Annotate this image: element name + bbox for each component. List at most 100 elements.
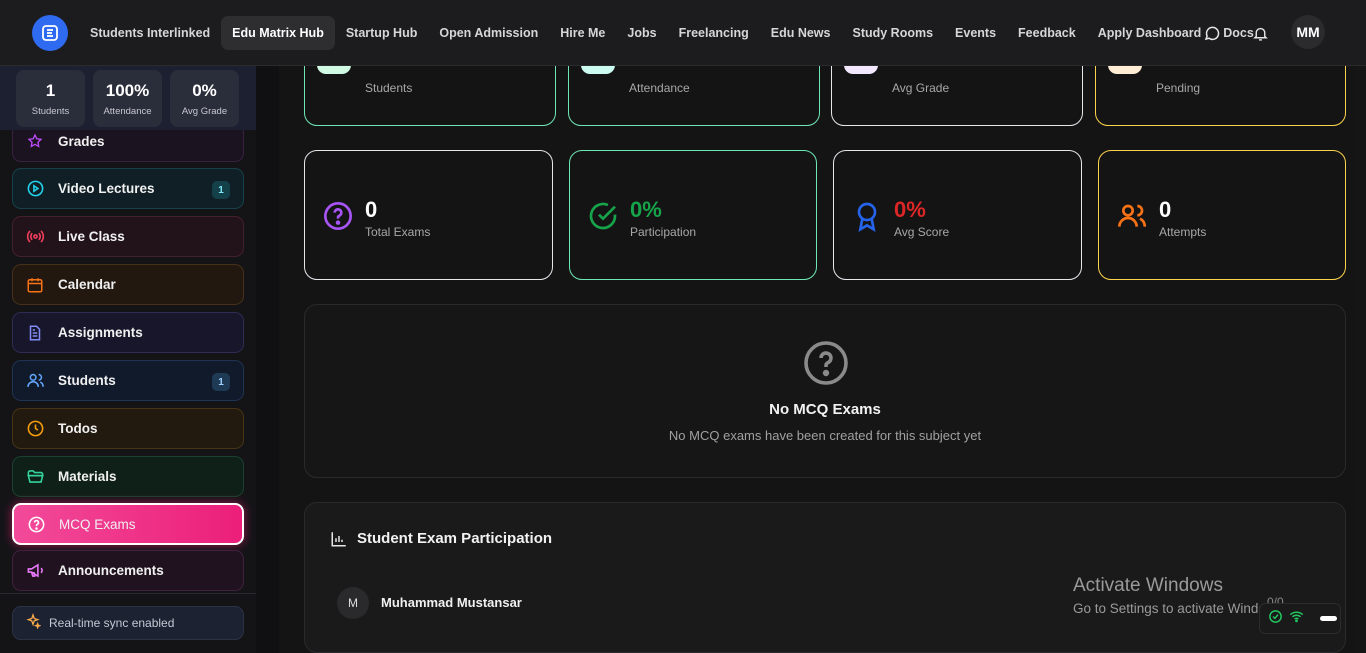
star-icon xyxy=(25,131,45,151)
count-badge: 1 xyxy=(212,373,230,391)
stat-card-pending: Pending xyxy=(1095,66,1346,126)
nav-link-study-rooms[interactable]: Study Rooms xyxy=(841,16,944,50)
scrollbar[interactable] xyxy=(1356,66,1366,653)
nav-link-feedback[interactable]: Feedback xyxy=(1007,16,1087,50)
nav-link-freelancing[interactable]: Freelancing xyxy=(668,16,760,50)
stat-value: 0% xyxy=(192,80,217,100)
empty-state-subtitle: No MCQ exams have been created for this … xyxy=(668,428,982,443)
exam-card-total-exams: 0 Total Exams xyxy=(304,150,553,280)
app-root: Students Interlinked Edu Matrix Hub Star… xyxy=(0,0,1366,653)
play-circle-icon xyxy=(25,179,45,199)
nav-link-startup-hub[interactable]: Startup Hub xyxy=(335,16,429,50)
sidebar-item-label: Calendar xyxy=(58,277,116,292)
stat-card-students: Students xyxy=(304,66,556,126)
count-badge: 1 xyxy=(212,181,230,199)
sidebar-item-label: Todos xyxy=(58,421,98,436)
nav-link-jobs[interactable]: Jobs xyxy=(616,16,667,50)
document-icon xyxy=(25,323,45,343)
activate-windows-watermark: Activate Windows Go to Settings to activ… xyxy=(1073,575,1286,616)
sidebar-item-label: Assignments xyxy=(58,325,143,340)
calendar-icon xyxy=(25,275,45,295)
stat-label: Avg Grade xyxy=(181,105,228,117)
card-value: 0% xyxy=(894,197,926,222)
nav-link-edu-news[interactable]: Edu News xyxy=(760,16,842,50)
document-icon xyxy=(1108,66,1142,74)
system-tray[interactable] xyxy=(1259,603,1341,634)
card-label: Avg Score xyxy=(894,225,950,239)
stat-label: Students xyxy=(31,105,70,117)
sidebar-item-students[interactable]: Students 1 xyxy=(12,360,244,401)
chat-icon[interactable] xyxy=(1201,22,1223,44)
sidebar-item-calendar[interactable]: Calendar xyxy=(12,264,244,305)
graduation-icon xyxy=(317,66,351,74)
users-icon xyxy=(1115,199,1149,233)
exam-card-avg-score: 0% Avg Score xyxy=(833,150,1082,280)
exam-card-attempts: 0 Attempts xyxy=(1098,150,1346,280)
clock-icon xyxy=(25,419,45,439)
nav-link-open-admission[interactable]: Open Admission xyxy=(428,16,549,50)
award-icon xyxy=(850,199,884,233)
sidebar-item-label: Live Class xyxy=(58,229,125,244)
card-label: Avg Grade xyxy=(892,81,950,95)
question-circle-icon xyxy=(802,339,850,387)
sidebar-item-live-class[interactable]: Live Class xyxy=(12,216,244,257)
nav-links: Students Interlinked Edu Matrix Hub Star… xyxy=(79,15,1265,51)
stat-attendance: 100% Attendance xyxy=(93,70,162,127)
content-gutter xyxy=(256,66,279,653)
sidebar-item-label: Announcements xyxy=(58,563,164,578)
nav-link-apply-dashboard[interactable]: Apply Dashboard xyxy=(1087,16,1213,50)
sync-label: Real-time sync enabled xyxy=(49,616,175,630)
nav-link-students-interlinked[interactable]: Students Interlinked xyxy=(79,16,221,50)
question-circle-icon xyxy=(26,514,46,534)
question-circle-icon xyxy=(321,199,355,233)
bar-chart-icon xyxy=(330,530,348,548)
sidebar-divider xyxy=(0,593,256,594)
check-circle-icon xyxy=(1268,609,1283,629)
users-icon xyxy=(25,371,45,391)
card-value: 0 xyxy=(365,197,378,222)
folder-icon xyxy=(25,467,45,487)
top-navigation-bar: Students Interlinked Edu Matrix Hub Star… xyxy=(0,0,1366,66)
check-circle-icon xyxy=(581,66,615,74)
nav-link-edu-matrix-hub[interactable]: Edu Matrix Hub xyxy=(221,16,335,50)
sidebar-item-video-lectures[interactable]: Video Lectures 1 xyxy=(12,168,244,209)
sidebar-item-label: MCQ Exams xyxy=(59,516,136,532)
sidebar-item-assignments[interactable]: Assignments xyxy=(12,312,244,353)
empty-state-panel: No MCQ Exams No MCQ exams have been crea… xyxy=(304,304,1346,478)
card-label: Total Exams xyxy=(365,225,431,239)
stat-value: 1 xyxy=(45,80,56,100)
sidebar-item-announcements[interactable]: Announcements xyxy=(12,550,244,591)
card-value: 0% xyxy=(630,197,662,222)
main-content: Students Attendance Avg Grade Pending 0 … xyxy=(279,66,1366,653)
nav-link-events[interactable]: Events xyxy=(944,16,1007,50)
sidebar-item-label: Materials xyxy=(58,469,117,484)
stat-value: 100% xyxy=(105,80,150,100)
sidebar-item-label: Grades xyxy=(58,133,105,149)
sidebar-item-materials[interactable]: Materials xyxy=(12,456,244,497)
student-name[interactable]: Muhammad Mustansar xyxy=(381,595,522,610)
stat-card-avg-grade: Avg Grade xyxy=(831,66,1083,126)
nav-link-hire-me[interactable]: Hire Me xyxy=(549,16,616,50)
battery-pill-icon xyxy=(1320,616,1337,621)
watermark-subtitle: Go to Settings to activate Windows. xyxy=(1073,601,1287,616)
stat-avg-grade: 0% Avg Grade xyxy=(170,70,239,127)
realtime-sync-status: Real-time sync enabled xyxy=(12,606,244,640)
sidebar-item-label: Students xyxy=(58,373,116,388)
card-label: Attendance xyxy=(629,81,690,95)
card-label: Participation xyxy=(630,225,697,239)
watermark-title: Activate Windows xyxy=(1073,575,1223,596)
app-logo[interactable] xyxy=(32,15,68,51)
student-avatar: M xyxy=(337,587,369,619)
empty-state-title: No MCQ Exams xyxy=(769,401,881,418)
sidebar-item-label: Video Lectures xyxy=(58,181,155,196)
bell-icon[interactable] xyxy=(1249,22,1271,44)
sidebar-item-todos[interactable]: Todos xyxy=(12,408,244,449)
megaphone-icon xyxy=(25,561,45,581)
user-avatar[interactable]: MM xyxy=(1291,15,1325,49)
sidebar: Grades 1 Students 100% Attendance 0% Avg… xyxy=(0,66,256,653)
broadcast-icon xyxy=(25,227,45,247)
wifi-icon xyxy=(1289,609,1304,629)
sparkle-icon xyxy=(25,612,42,634)
check-circle-icon xyxy=(586,199,620,233)
sidebar-item-mcq-exams[interactable]: MCQ Exams xyxy=(12,503,244,545)
